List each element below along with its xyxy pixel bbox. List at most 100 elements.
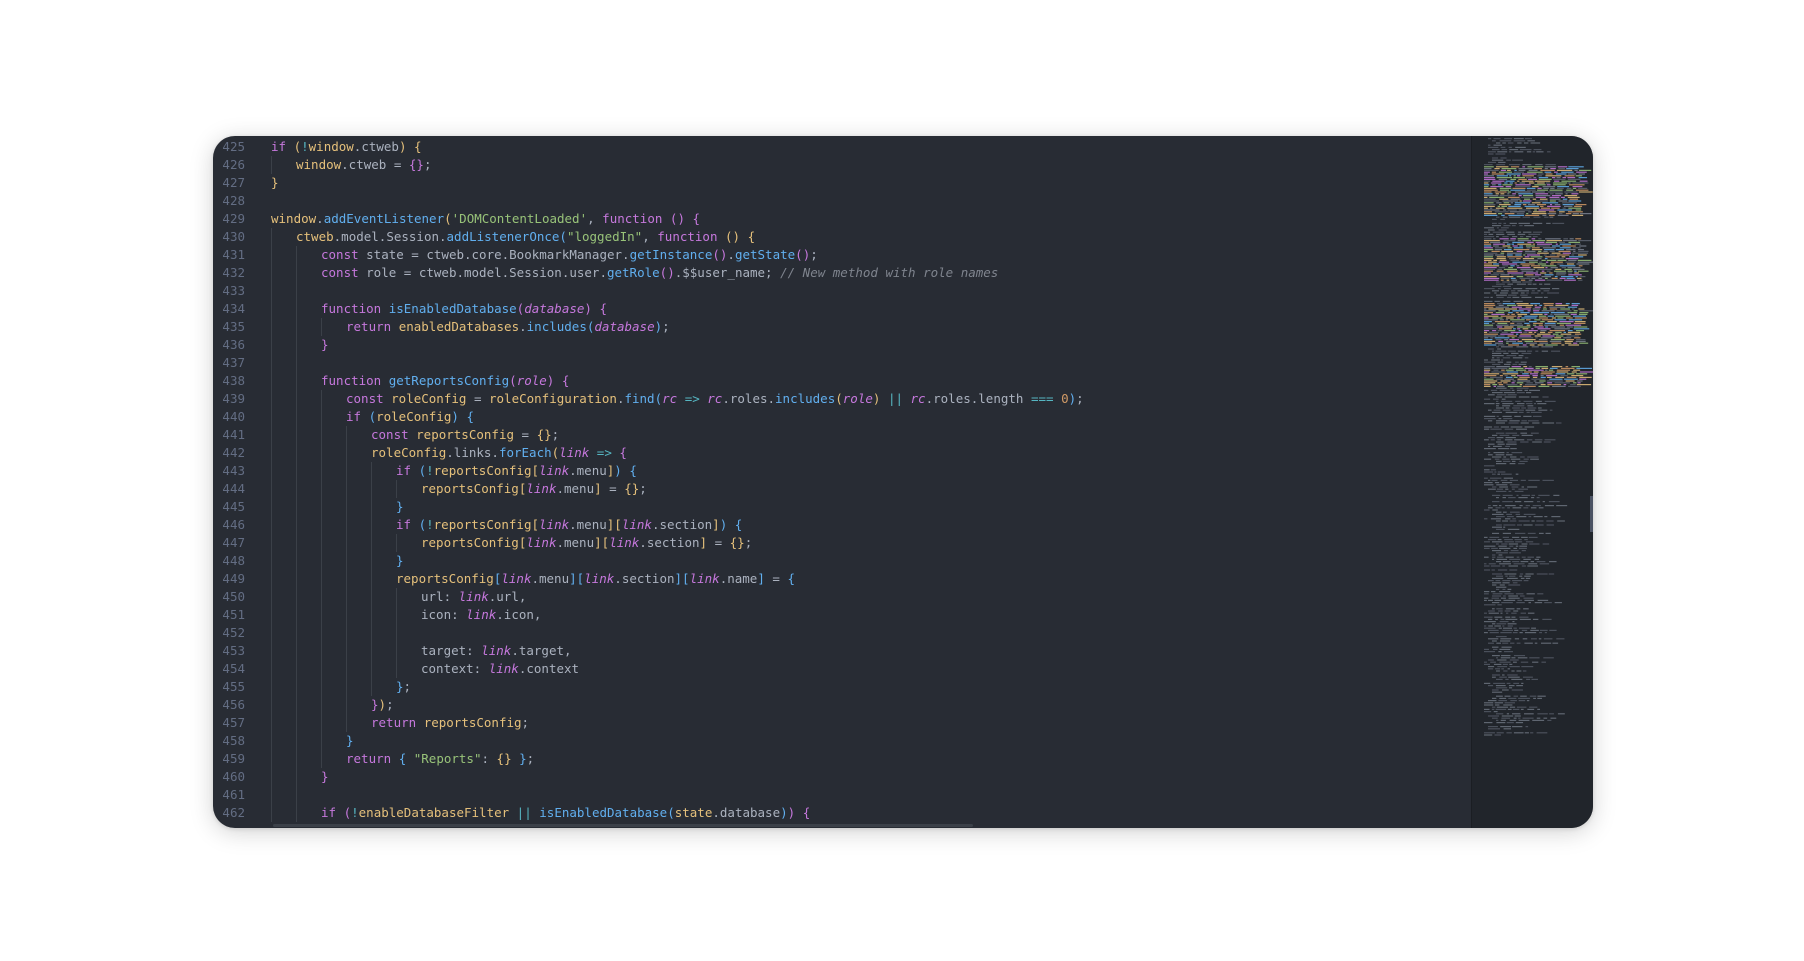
line-code: context: link.context <box>421 660 579 678</box>
minimap-token <box>1521 550 1526 552</box>
minimap-token <box>1506 722 1514 724</box>
code-line[interactable]: 433 <box>213 282 1471 300</box>
minimap-scrollbar[interactable] <box>1590 496 1593 532</box>
minimap-token <box>1507 394 1517 396</box>
minimap-token <box>1546 279 1563 281</box>
code-line[interactable]: 436} <box>213 336 1471 354</box>
code-line[interactable]: 447 reportsConfig[link.menu][link.section… <box>213 534 1471 552</box>
minimap-token <box>1523 513 1536 515</box>
minimap-token <box>1538 409 1548 411</box>
code-line[interactable]: 441 const reportsConfig = {}; <box>213 426 1471 444</box>
indent-guide <box>346 444 347 462</box>
minimap-token <box>1499 661 1511 663</box>
minimap-token <box>1532 375 1538 377</box>
minimap-token <box>1498 700 1508 702</box>
minimap-token <box>1549 308 1558 310</box>
code-line[interactable]: 462 if (!enableDatabaseFilter || isEnable… <box>213 804 1471 822</box>
code-line[interactable]: 459 return { "Reports": {} }; <box>213 750 1471 768</box>
minimap-token <box>1492 593 1503 595</box>
code-line[interactable]: 442 roleConfig.links.forEach(link => { <box>213 444 1471 462</box>
minimap-token <box>1535 524 1544 526</box>
minimap-token <box>1490 337 1494 339</box>
minimap-token <box>1502 582 1510 584</box>
minimap-token <box>1510 426 1523 428</box>
minimap-token <box>1540 321 1545 323</box>
code-line[interactable]: 452 <box>213 624 1471 642</box>
code-line[interactable]: 458} <box>213 732 1471 750</box>
code-line[interactable]: 429 window.addEventListener('DOMContentLo… <box>213 210 1471 228</box>
minimap-token <box>1520 661 1529 663</box>
code-line[interactable]: 455}; <box>213 678 1471 696</box>
code-line[interactable]: 427} <box>213 174 1471 192</box>
minimap-token <box>1508 258 1515 260</box>
minimap-token <box>1526 593 1535 595</box>
code-line[interactable]: 451 icon: link.icon, <box>213 606 1471 624</box>
indent-guide <box>296 606 297 624</box>
minimap-token <box>1491 569 1495 571</box>
minimap-token <box>1492 582 1502 584</box>
minimap-token <box>1499 140 1512 142</box>
minimap-token <box>1525 541 1534 543</box>
minimap-token <box>1498 288 1501 290</box>
minimap-token <box>1541 292 1544 294</box>
code-line[interactable]: 448} <box>213 552 1471 570</box>
minimap-token <box>1525 384 1538 386</box>
code-line[interactable]: 449 reportsConfig[link.menu][link.section… <box>213 570 1471 588</box>
code-line[interactable]: 440 if (roleConfig) { <box>213 408 1471 426</box>
indent-guide <box>271 624 272 642</box>
code-line[interactable]: 444 reportsConfig[link.menu] = {}; <box>213 480 1471 498</box>
minimap-token <box>1492 180 1505 182</box>
horizontal-scrollbar[interactable] <box>273 824 973 827</box>
minimap-token <box>1544 304 1554 306</box>
minimap-token <box>1506 682 1511 684</box>
code-line[interactable]: 435 return enabledDatabases.includes(data… <box>213 318 1471 336</box>
code-line[interactable]: 426 window.ctweb = {}; <box>213 156 1471 174</box>
minimap-token <box>1573 310 1578 312</box>
minimap-token <box>1526 207 1540 209</box>
minimap-token <box>1503 209 1507 211</box>
code-line[interactable]: 437 <box>213 354 1471 372</box>
minimap-token <box>1515 312 1519 314</box>
code-line[interactable]: 443 if (!reportsConfig[link.menu]) { <box>213 462 1471 480</box>
code-line[interactable]: 425 if (!window.ctweb) { <box>213 138 1471 156</box>
code-line[interactable]: 456}); <box>213 696 1471 714</box>
code-token: ( <box>654 391 663 406</box>
code-line[interactable]: 457 return reportsConfig; <box>213 714 1471 732</box>
minimap-token <box>1502 532 1511 534</box>
code-editor[interactable]: 425 if (!window.ctweb) {426 window.ctweb =… <box>213 136 1471 828</box>
code-line[interactable]: 434 function isEnabledDatabase(database) … <box>213 300 1471 318</box>
indent-guide <box>296 300 297 318</box>
minimap-token <box>1527 310 1531 312</box>
code-line[interactable]: 431 const state = ctweb.core.BookmarkMana… <box>213 246 1471 264</box>
code-line[interactable]: 454 context: link.context <box>213 660 1471 678</box>
code-line[interactable]: 460} <box>213 768 1471 786</box>
line-code: if (!reportsConfig[link.menu][link.secti… <box>396 516 742 534</box>
minimap-token <box>1550 313 1553 315</box>
code-line[interactable]: 438 function getReportsConfig(role) { <box>213 372 1471 390</box>
minimap[interactable] <box>1471 136 1593 828</box>
minimap-token <box>1512 310 1524 312</box>
minimap-token <box>1552 177 1556 179</box>
code-line[interactable]: 428 <box>213 192 1471 210</box>
code-line[interactable]: 439 const roleConfig = roleConfiguration.… <box>213 390 1471 408</box>
code-line[interactable]: 461 <box>213 786 1471 804</box>
minimap-token <box>1503 477 1513 479</box>
minimap-token <box>1496 678 1503 680</box>
code-line[interactable]: 453 target: link.target, <box>213 642 1471 660</box>
minimap-token <box>1557 166 1568 168</box>
minimap-token <box>1493 263 1499 265</box>
minimap-token <box>1566 277 1575 279</box>
indent-guide <box>271 516 272 534</box>
minimap-token <box>1520 294 1528 296</box>
code-line[interactable]: 432 const role = ctweb.model.Session.user… <box>213 264 1471 282</box>
code-token: if <box>346 409 369 424</box>
code-line[interactable]: 430 ctweb.model.Session.addListenerOnce("… <box>213 228 1471 246</box>
minimap-token <box>1577 261 1593 263</box>
code-line[interactable]: 450 url: link.url, <box>213 588 1471 606</box>
code-token: () <box>712 247 728 262</box>
code-line[interactable]: 445} <box>213 498 1471 516</box>
indent-guide <box>346 462 347 480</box>
minimap-token <box>1565 303 1570 305</box>
code-line[interactable]: 446 if (!reportsConfig[link.menu][link.se… <box>213 516 1471 534</box>
